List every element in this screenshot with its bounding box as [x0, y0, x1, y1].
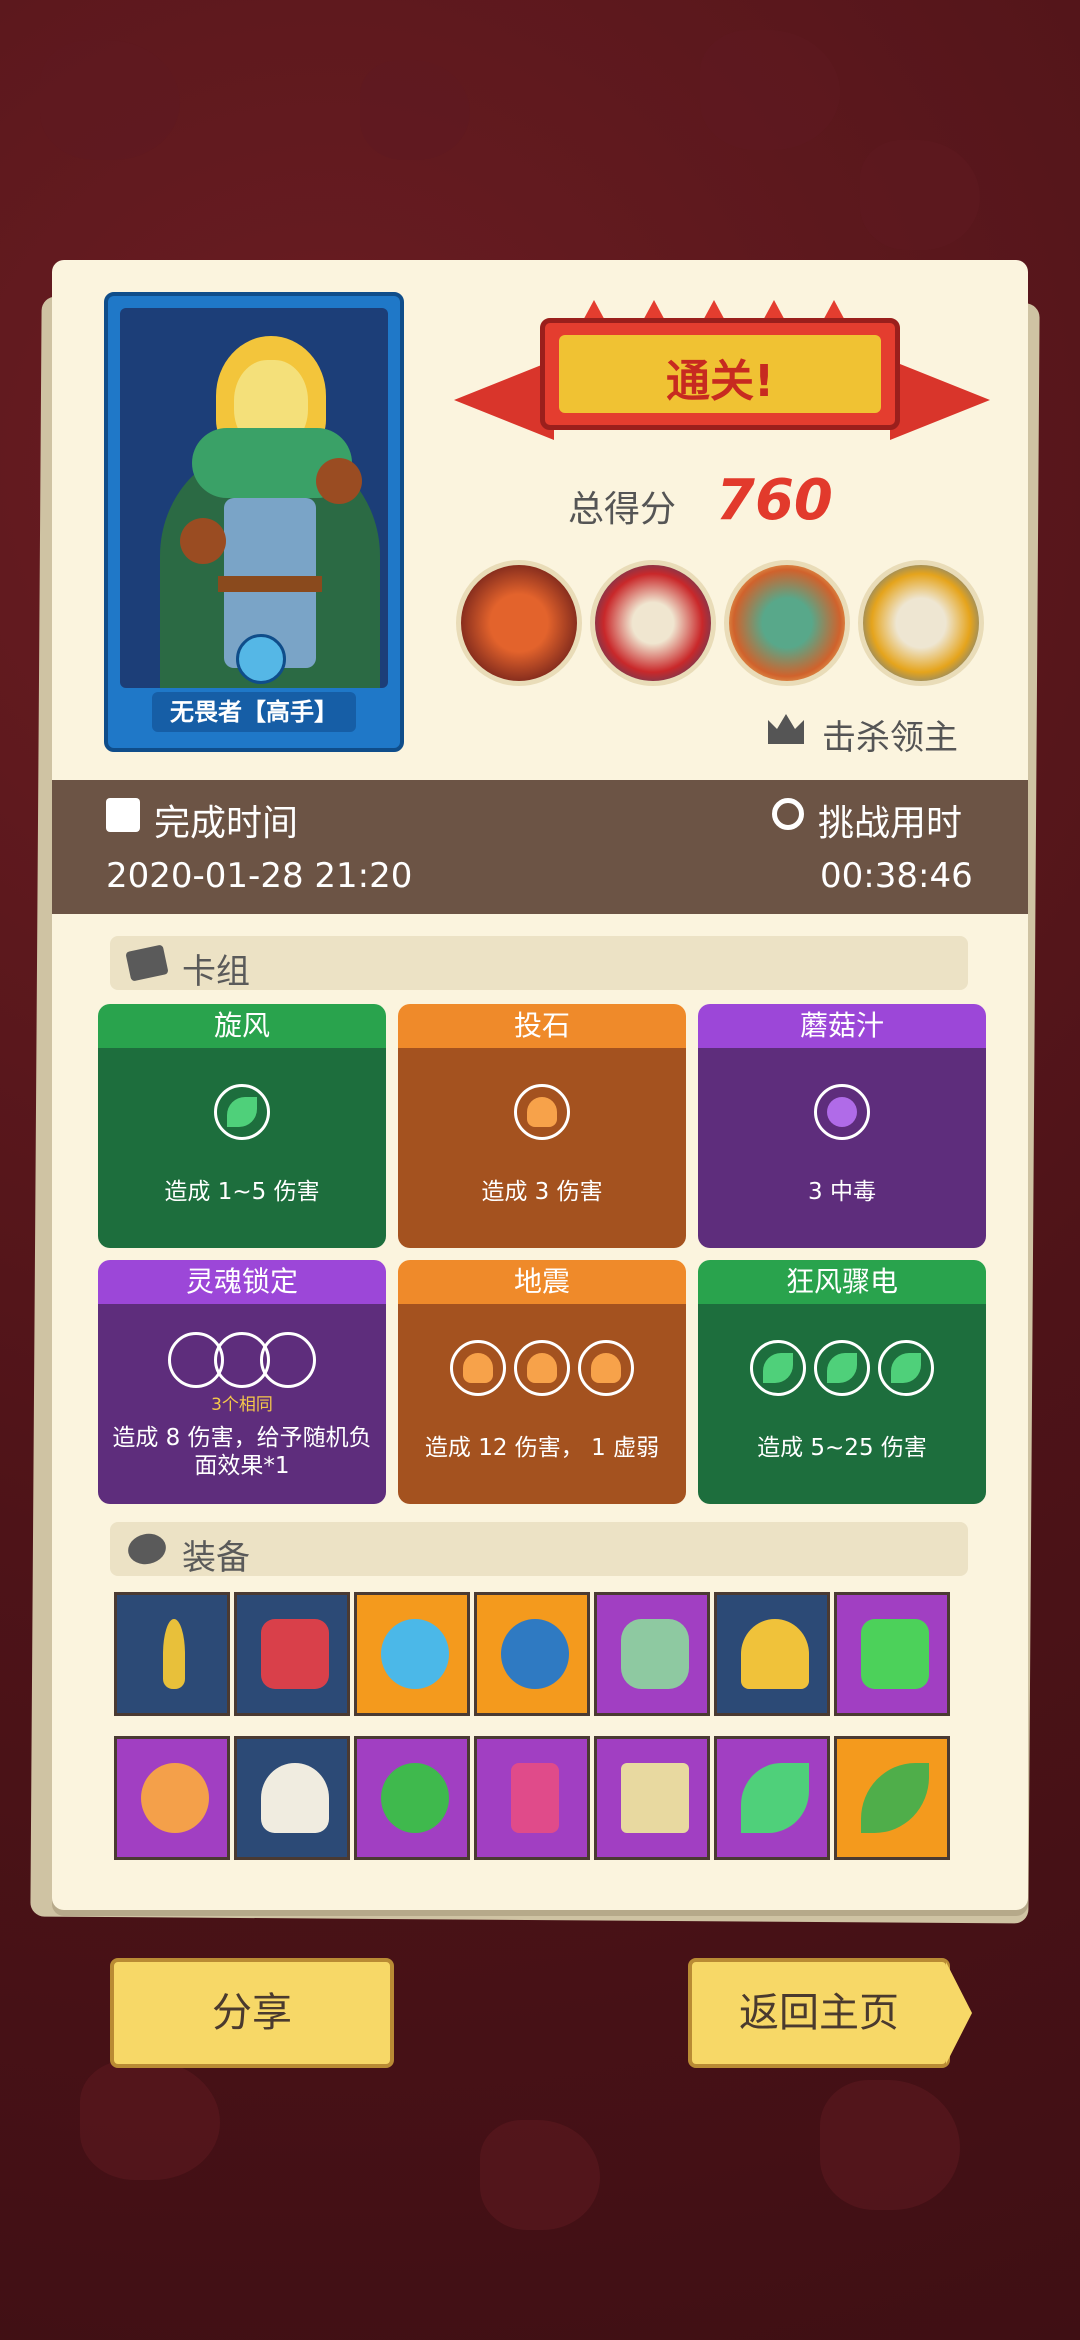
boss-portrait-1 [456, 560, 582, 686]
boss-portrait-2 [590, 560, 716, 686]
character-name: 无畏者【高手】 [152, 692, 356, 732]
finish-time-value: 2020-01-28 21:20 [106, 856, 413, 896]
potion-flask-icon[interactable] [354, 1736, 470, 1860]
rock-icon [514, 1084, 570, 1140]
deck-section-header: 卡组 [110, 936, 968, 992]
duration-value: 00:38:46 [820, 856, 973, 896]
deck-title: 卡组 [182, 952, 250, 992]
card-description: 造成 1~5 伤害 [164, 1179, 320, 1205]
equipment-section-header: 装备 [110, 1522, 968, 1578]
card-title: 投石 [398, 1004, 686, 1048]
stone-mask-icon[interactable] [594, 1592, 710, 1716]
rock-icon [514, 1340, 570, 1396]
skull-icon [236, 634, 286, 684]
leaf-icon [878, 1340, 934, 1396]
leaf-icon [814, 1340, 870, 1396]
card-description: 3 中毒 [808, 1179, 876, 1205]
card-title: 狂风骤电 [698, 1260, 986, 1304]
skull-book-icon[interactable] [594, 1736, 710, 1860]
background-decoration [40, 40, 180, 160]
leaf-icon [214, 1084, 270, 1140]
card-earthquake[interactable]: 地震 造成 12 伤害， 1 虚弱 [398, 1260, 686, 1504]
emerald-gem-icon[interactable] [834, 1592, 950, 1716]
card-mushroom-juice[interactable]: 蘑菇汁 3 中毒 [698, 1004, 986, 1248]
card-description: 造成 5~25 伤害 [757, 1435, 927, 1461]
background-decoration [700, 30, 840, 150]
card-stone-throw[interactable]: 投石 造成 3 伤害 [398, 1004, 686, 1248]
card-gale-lightning[interactable]: 狂风骤电 造成 5~25 伤害 [698, 1260, 986, 1504]
victory-title: 通关! [665, 356, 775, 407]
equipment-icon [125, 1530, 169, 1568]
feather-icon[interactable] [834, 1736, 950, 1860]
card-description: 造成 8 伤害，给予随机负面效果*1 [112, 1425, 372, 1479]
card-description: 造成 3 伤害 [481, 1179, 603, 1205]
character-portrait: 无畏者【高手】 [104, 292, 404, 752]
card-whirlwind[interactable]: 旋风 造成 1~5 伤害 [98, 1004, 386, 1248]
spiked-shield-icon[interactable] [234, 1592, 350, 1716]
card-description: 造成 12 伤害， 1 虚弱 [424, 1435, 660, 1461]
cards-icon [125, 944, 169, 982]
orange-rock-icon[interactable] [114, 1736, 230, 1860]
rock-icon [450, 1340, 506, 1396]
card-title: 灵魂锁定 [98, 1260, 386, 1304]
equipment-title: 装备 [182, 1538, 250, 1578]
crystal-skull-icon[interactable] [354, 1592, 470, 1716]
character-art [120, 308, 388, 688]
return-home-button[interactable]: 返回主页 [688, 1958, 950, 2068]
background-decoration [480, 2120, 600, 2230]
spiked-ball-icon[interactable] [474, 1592, 590, 1716]
card-soul-lock[interactable]: 灵魂锁定 3个相同 造成 8 伤害，给予随机负面效果*1 [98, 1260, 386, 1504]
card-title: 蘑菇汁 [698, 1004, 986, 1048]
calendar-icon [106, 798, 140, 832]
finish-time-label: 完成时间 [154, 803, 299, 844]
share-button[interactable]: 分享 [110, 1958, 394, 2068]
return-arrow-tip [946, 1962, 972, 2064]
score-label: 总得分 [568, 489, 677, 530]
background-decoration [820, 2080, 960, 2210]
victory-banner: 通关! [540, 318, 900, 430]
stopwatch-icon [772, 798, 804, 830]
moon-icon [814, 1084, 870, 1140]
boss-portrait-4 [858, 560, 984, 686]
golden-helmet-icon[interactable] [714, 1592, 830, 1716]
totem-icon[interactable] [474, 1736, 590, 1860]
duration-label: 挑战用时 [818, 803, 963, 844]
card-note: 3个相同 [211, 1395, 273, 1415]
rock-icon [578, 1340, 634, 1396]
background-decoration [80, 2060, 220, 2180]
card-title: 地震 [398, 1260, 686, 1304]
skull-spear-icon[interactable] [234, 1736, 350, 1860]
background-decoration [860, 140, 980, 250]
green-leaf-icon[interactable] [714, 1736, 830, 1860]
leaf-icon [750, 1340, 806, 1396]
boss-kill-label: 击杀领主 [822, 718, 958, 758]
moon-staff-icon[interactable] [114, 1592, 230, 1716]
boss-portrait-3 [724, 560, 850, 686]
card-title: 旋风 [98, 1004, 386, 1048]
background-decoration [360, 60, 470, 160]
empty-slot-icon [260, 1332, 316, 1388]
score-value: 760 [716, 468, 833, 533]
